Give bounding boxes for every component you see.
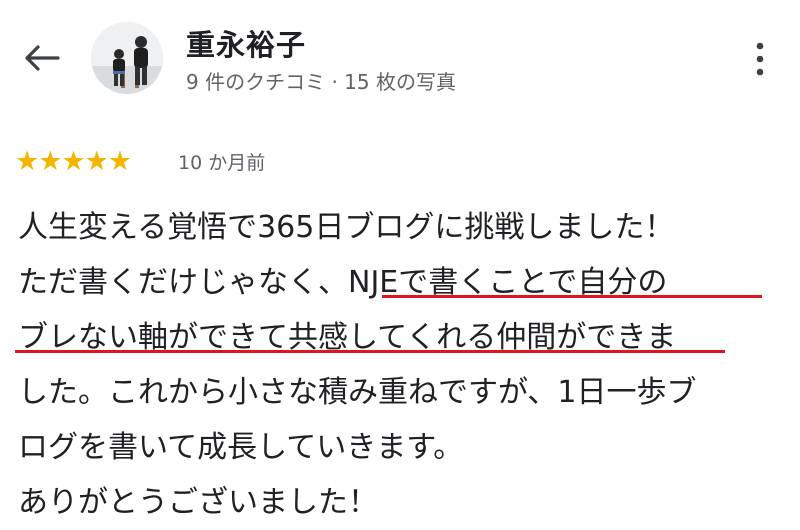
more-options-button[interactable]	[748, 38, 772, 82]
highlight-underline	[382, 295, 762, 298]
back-button[interactable]	[18, 38, 62, 78]
review-line: した。これから小さな積み重ねですが、1日一歩ブ	[18, 375, 697, 410]
highlight-underline	[15, 350, 725, 353]
back-arrow-icon	[25, 45, 60, 71]
star-rating: ★★★★★	[15, 146, 132, 177]
review-line: ブレない軸ができて共感してくれる仲間ができま	[18, 320, 677, 355]
review-line: ただ書くだけじゃなく、NJEで書くことで自分の	[18, 265, 668, 300]
reviewer-name[interactable]: 重永裕子	[186, 22, 306, 64]
review-time: 10 か月前	[178, 152, 266, 174]
review-text: 人生変える覚悟で365日ブログに挑戦しました！ ただ書くだけじゃなく、NJEで書…	[18, 200, 798, 530]
review-line: 人生変える覚悟で365日ブログに挑戦しました！	[18, 210, 675, 245]
review-line: ログを書いて成長していきます。	[18, 430, 464, 465]
more-vertical-icon	[756, 42, 764, 76]
review-line: ありがとうございました！	[18, 485, 378, 520]
avatar-photo	[91, 22, 163, 94]
reviewer-avatar[interactable]	[91, 22, 163, 94]
reviewer-meta: 9 件のクチコミ · 15 枚の写真	[186, 70, 456, 94]
